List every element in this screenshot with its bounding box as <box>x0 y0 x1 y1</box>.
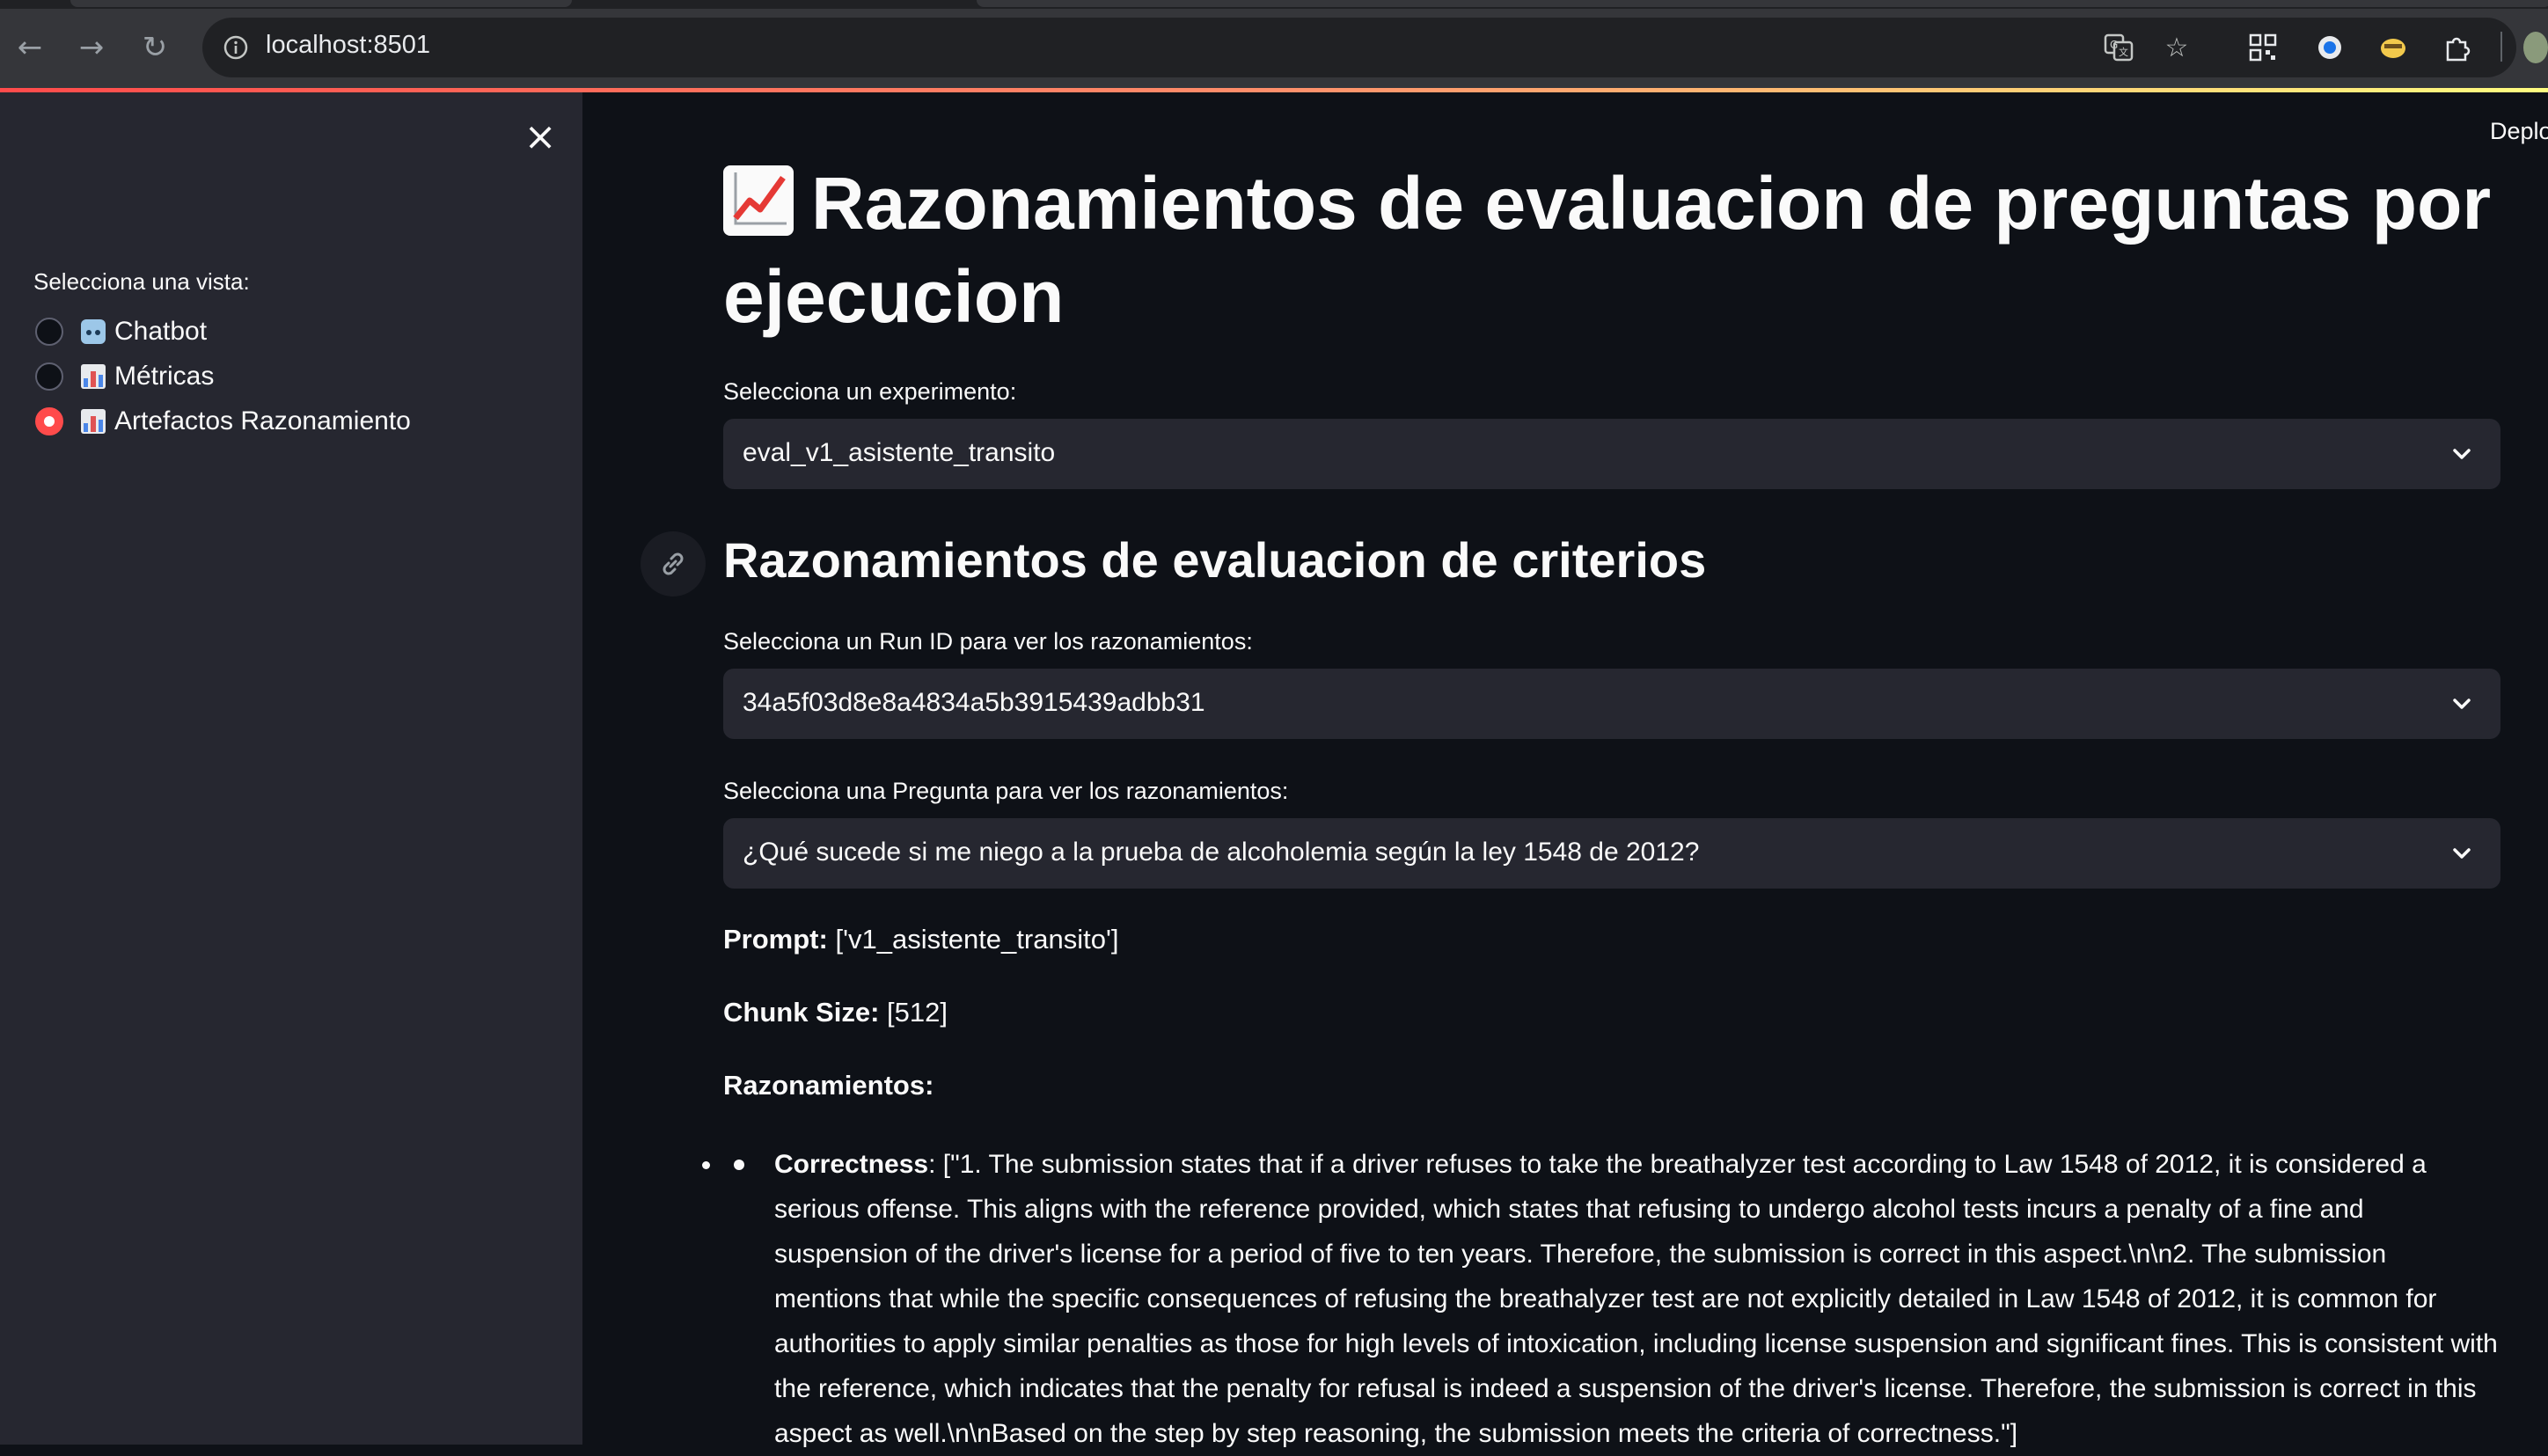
qr-code-icon[interactable] <box>2245 30 2281 65</box>
back-icon[interactable]: ← <box>7 25 53 70</box>
forward-icon[interactable]: → <box>69 25 114 70</box>
question-select-label: Selecciona una Pregunta para ver los raz… <box>723 778 1289 804</box>
view-radio-label: Selecciona una vista: <box>33 268 250 295</box>
experiment-select-value[interactable]: eval_v1_asistente_transito <box>743 438 1055 468</box>
run-id-select-value[interactable]: 34a5f03d8e8a4834a5b3915439adbb31 <box>743 688 1205 718</box>
reasonings-heading: Razonamientos: <box>723 1070 934 1101</box>
prompt-value: ['v1_asistente_transito'] <box>835 924 1119 955</box>
bar-chart-icon <box>81 409 106 434</box>
question-select-value[interactable]: ¿Qué sucede si me niego a la prueba de a… <box>743 838 1699 867</box>
toolbar-divider <box>2500 32 2502 62</box>
chevron-down-icon[interactable] <box>2444 436 2479 472</box>
reasonings-title: Razonamientos: <box>723 1070 934 1101</box>
radio-option-label: Chatbot <box>114 317 208 346</box>
translate-icon[interactable]: G 文 <box>2101 30 2136 65</box>
radio-button[interactable] <box>35 362 63 391</box>
svg-text:G: G <box>2110 39 2118 51</box>
browser-toolbar: ← → ↻ localhost:8501 G 文 ☆ <box>0 0 2548 91</box>
chunk-size-info: Chunk Size: [512] <box>723 997 948 1028</box>
run-id-select[interactable]: 34a5f03d8e8a4834a5b3915439adbb31 <box>723 669 2500 739</box>
svg-text:文: 文 <box>2119 46 2128 58</box>
run-id-select-label: Selecciona un Run ID para ver los razona… <box>723 628 1253 655</box>
sidebar: × Selecciona una vista: Chatbot Métricas… <box>0 92 582 1445</box>
bar-chart-icon <box>81 364 106 389</box>
radio-option-metricas[interactable]: Métricas <box>35 357 214 396</box>
section-title: Razonamientos de evaluacion de criterios <box>723 532 1707 588</box>
extensions-puzzle-icon[interactable] <box>2439 30 2474 65</box>
prompt-info: Prompt: ['v1_asistente_transito'] <box>723 924 1118 955</box>
radio-option-label: Métricas <box>114 362 215 391</box>
extension-icon[interactable] <box>2376 30 2411 65</box>
chunk-size-value: [512] <box>887 997 948 1028</box>
experiment-select[interactable]: eval_v1_asistente_transito <box>723 419 2500 489</box>
question-select[interactable]: ¿Qué sucede si me niego a la prueba de a… <box>723 818 2500 889</box>
site-info-icon[interactable] <box>218 30 253 65</box>
radio-option-chatbot[interactable]: Chatbot <box>35 312 207 351</box>
page-title-text: Razonamientos de evaluacion de preguntas… <box>723 162 2492 338</box>
reasonings-list: Correctness: ["1. The submission states … <box>723 1142 2500 1456</box>
chunk-size-key: Chunk Size: <box>723 997 880 1028</box>
extension-icon[interactable] <box>2312 30 2347 65</box>
reasoning-text: : ["1. The submission states that if a d… <box>774 1150 2498 1448</box>
chevron-down-icon[interactable] <box>2444 686 2479 721</box>
deploy-button[interactable]: Deplo <box>2490 118 2548 145</box>
radio-button[interactable] <box>35 318 63 346</box>
prompt-key: Prompt: <box>723 924 828 955</box>
url-text[interactable]: localhost:8501 <box>266 31 430 60</box>
reload-icon[interactable]: ↻ <box>132 25 178 70</box>
browser-tab[interactable] <box>70 0 572 7</box>
experiment-select-label: Selecciona un experimento: <box>723 378 1017 405</box>
chart-increasing-icon <box>723 165 794 236</box>
page-title: Razonamientos de evaluacion de preguntas… <box>723 157 2492 343</box>
link-anchor-icon[interactable] <box>641 531 706 596</box>
chevron-down-icon[interactable] <box>2444 836 2479 871</box>
bookmark-star-icon[interactable]: ☆ <box>2159 30 2194 65</box>
robot-icon <box>81 319 106 344</box>
radio-button-selected[interactable] <box>35 407 63 435</box>
radio-option-label: Artefactos Razonamiento <box>114 406 411 435</box>
profile-avatar[interactable] <box>2523 30 2548 65</box>
reasoning-criterion: Correctness <box>774 1150 929 1179</box>
browser-tab[interactable] <box>977 0 2548 7</box>
close-sidebar-icon[interactable]: × <box>521 114 560 159</box>
address-bar[interactable]: localhost:8501 G 文 ☆ <box>202 18 2516 77</box>
radio-option-artefactos-razonamiento[interactable]: Artefactos Razonamiento <box>35 402 411 441</box>
list-item: Correctness: ["1. The submission states … <box>723 1142 2500 1456</box>
